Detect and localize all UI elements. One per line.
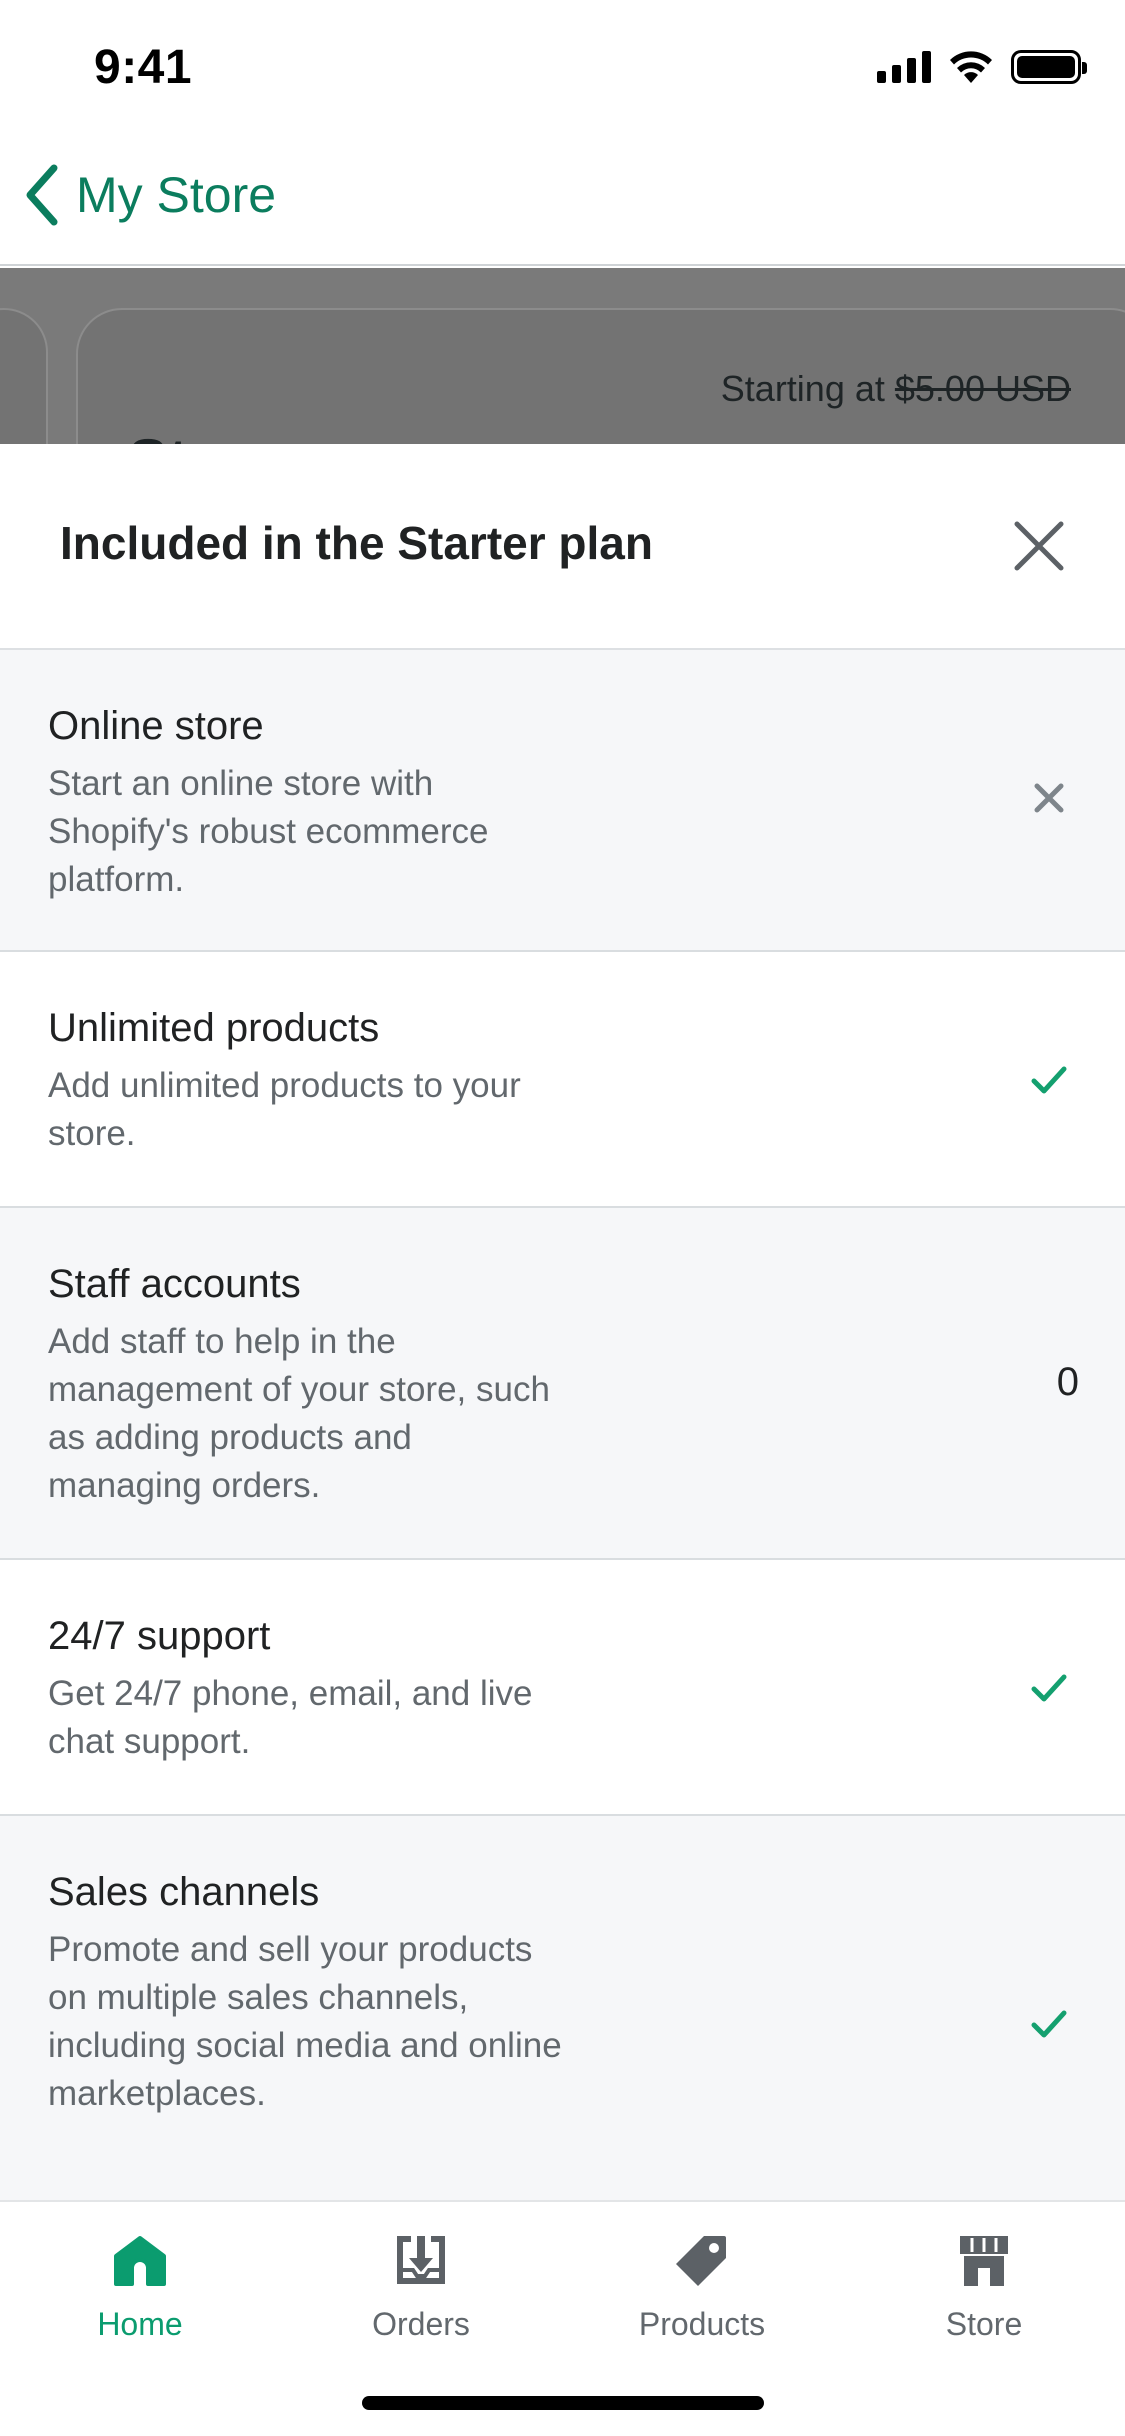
tab-products[interactable]: Products <box>602 2232 802 2343</box>
status-bar: 9:41 <box>0 0 1125 132</box>
store-icon <box>960 2236 1008 2286</box>
checkmark-icon <box>1031 1674 1067 1702</box>
price-prefix: Starting at <box>720 368 885 409</box>
feature-row-online-store: Online store Start an online store with … <box>0 650 1125 952</box>
sheet-title: Included in the Starter plan <box>60 517 653 569</box>
feature-description: Get 24/7 phone, email, and live chat sup… <box>48 1674 533 1761</box>
home-indicator <box>362 2396 764 2410</box>
status-icons <box>877 50 1087 84</box>
feature-title: Online store <box>48 704 264 748</box>
dimmed-background: Starting at $5.00 USD St <box>0 268 1125 444</box>
tab-orders[interactable]: Orders <box>321 2232 521 2343</box>
feature-description: Add staff to help in the management of y… <box>48 1322 550 1505</box>
close-icon[interactable] <box>1011 518 1067 574</box>
tab-home[interactable]: Home <box>40 2232 240 2343</box>
feature-row-unlimited-products: Unlimited products Add unlimited product… <box>0 952 1125 1208</box>
wifi-icon <box>950 51 992 83</box>
tab-label: Home <box>97 2306 183 2342</box>
feature-row-staff-accounts: Staff accounts Add staff to help in the … <box>0 1208 1125 1560</box>
feature-title: Unlimited products <box>48 1006 380 1050</box>
chevron-left-icon <box>26 164 58 226</box>
tab-label: Orders <box>372 2306 470 2342</box>
back-label: My Store <box>76 167 277 223</box>
staff-count-value: 0 <box>1056 1360 1079 1404</box>
tag-icon <box>676 2236 726 2286</box>
home-icon <box>114 2236 166 2286</box>
checkmark-icon <box>1031 1066 1067 1094</box>
orders-icon <box>397 2236 445 2284</box>
navigation-bar: My Store <box>0 132 1125 266</box>
status-time: 9:41 <box>94 41 193 94</box>
back-button[interactable]: My Store <box>22 162 276 228</box>
price-struck: $5.00 USD <box>894 368 1071 409</box>
feature-title: Staff accounts <box>48 1262 301 1306</box>
tab-label: Products <box>638 2306 766 2342</box>
tab-store[interactable]: Store <box>884 2232 1084 2343</box>
plan-details-sheet: Included in the Starter plan Online stor… <box>0 444 1125 2200</box>
not-included-icon <box>1034 783 1064 813</box>
battery-icon <box>1011 50 1087 84</box>
tab-label: Store <box>945 2306 1023 2342</box>
cellular-signal-icon <box>877 51 931 83</box>
background-plan-title: St <box>128 426 188 444</box>
feature-row-support: 24/7 support Get 24/7 phone, email, and … <box>0 1560 1125 1816</box>
background-price: Starting at $5.00 USD <box>721 368 1071 410</box>
feature-row-sales-channels: Sales channels Promote and sell your pro… <box>0 1816 1125 2200</box>
feature-description: Promote and sell your products on multip… <box>48 1930 562 2113</box>
feature-description: Start an online store with Shopify's rob… <box>48 764 489 899</box>
feature-description: Add unlimited products to your store. <box>48 1066 521 1153</box>
checkmark-icon <box>1031 2010 1067 2038</box>
background-plan-card-previous <box>0 308 48 444</box>
sheet-header: Included in the Starter plan <box>0 444 1125 650</box>
feature-title: Sales channels <box>48 1870 320 1914</box>
feature-title: 24/7 support <box>48 1614 271 1658</box>
